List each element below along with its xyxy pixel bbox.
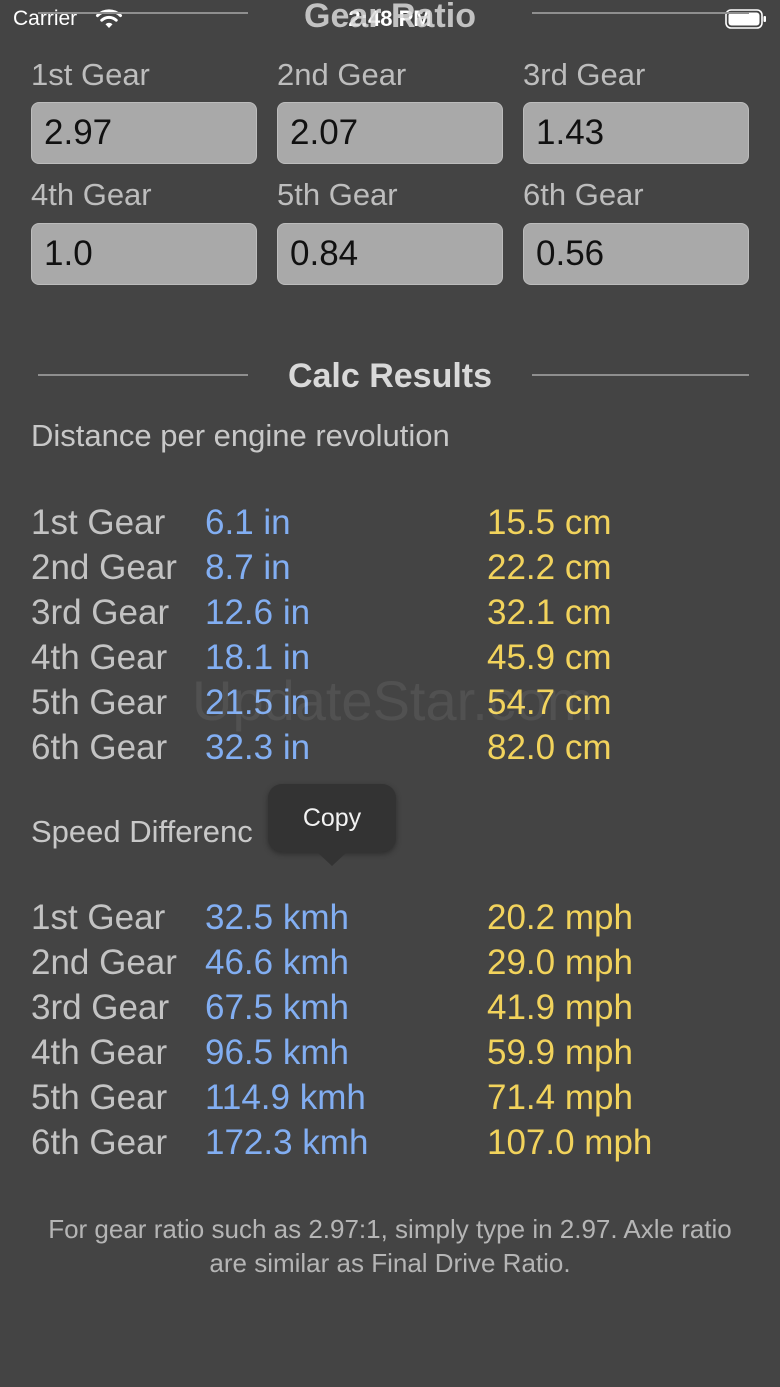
speed-metric-value: 32.5 kmh <box>205 898 349 937</box>
results-title: Calc Results <box>287 357 493 395</box>
gear-label-5: 5th Gear <box>277 177 398 212</box>
speed-row-label: 2nd Gear <box>31 943 177 982</box>
speed-row-label: 3rd Gear <box>31 988 170 1027</box>
copy-menu-button[interactable]: Copy <box>268 784 396 852</box>
speed-imperial-value: 71.4 mph <box>487 1078 633 1117</box>
page-title: Gear Ratio <box>304 0 476 35</box>
gear-label-2: 2nd Gear <box>277 57 407 92</box>
distance-imperial-value: 8.7 in <box>205 548 291 587</box>
gear-1-input[interactable] <box>31 102 257 164</box>
gear-4-input[interactable] <box>31 223 257 285</box>
distance-row-label: 1st Gear <box>31 503 166 542</box>
distance-row-label: 2nd Gear <box>31 548 177 587</box>
gear-label-1: 1st Gear <box>31 57 150 92</box>
gear-label-6: 6th Gear <box>523 177 644 212</box>
footer-note: For gear ratio such as 2.97:1, simply ty… <box>48 1214 732 1278</box>
distance-row-label: 5th Gear <box>31 683 168 722</box>
distance-section-title: Distance per engine revolution <box>31 418 450 453</box>
gear-2-input[interactable] <box>277 102 503 164</box>
watermark-text: UpdateStar.com <box>192 669 594 732</box>
gear-6-input[interactable] <box>523 223 749 285</box>
speed-row-label: 4th Gear <box>31 1033 168 1072</box>
speed-metric-value: 114.9 kmh <box>205 1078 366 1117</box>
speed-imperial-value: 41.9 mph <box>487 988 633 1027</box>
speed-metric-value: 172.3 kmh <box>205 1123 369 1162</box>
speed-metric-value: 96.5 kmh <box>205 1033 349 1072</box>
speed-imperial-value: 29.0 mph <box>487 943 633 982</box>
speed-imperial-value: 59.9 mph <box>487 1033 633 1072</box>
speed-row-label: 1st Gear <box>31 898 166 937</box>
gear-3-input[interactable] <box>523 102 749 164</box>
distance-imperial-value: 12.6 in <box>205 593 311 632</box>
speed-metric-value: 67.5 kmh <box>205 988 349 1027</box>
gear-label-3: 3rd Gear <box>523 57 646 92</box>
speed-imperial-value: 20.2 mph <box>487 898 633 937</box>
distance-row-label: 4th Gear <box>31 638 168 677</box>
distance-metric-value: 82.0 cm <box>487 728 612 767</box>
copy-menu-arrow <box>316 851 348 866</box>
gear-label-4: 4th Gear <box>31 177 152 212</box>
gear-5-input[interactable] <box>277 223 503 285</box>
speed-metric-value: 46.6 kmh <box>205 943 349 982</box>
distance-metric-value: 15.5 cm <box>487 503 612 542</box>
speed-row-label: 6th Gear <box>31 1123 168 1162</box>
distance-imperial-value: 6.1 in <box>205 503 291 542</box>
speed-imperial-value: 107.0 mph <box>487 1123 653 1162</box>
distance-row-label: 3rd Gear <box>31 593 170 632</box>
distance-imperial-value: 32.3 in <box>205 728 311 767</box>
distance-metric-value: 32.1 cm <box>487 593 612 632</box>
distance-row-label: 6th Gear <box>31 728 168 767</box>
distance-metric-value: 22.2 cm <box>487 548 612 587</box>
speed-section-title: Speed Differenc <box>31 814 253 849</box>
speed-row-label: 5th Gear <box>31 1078 168 1117</box>
